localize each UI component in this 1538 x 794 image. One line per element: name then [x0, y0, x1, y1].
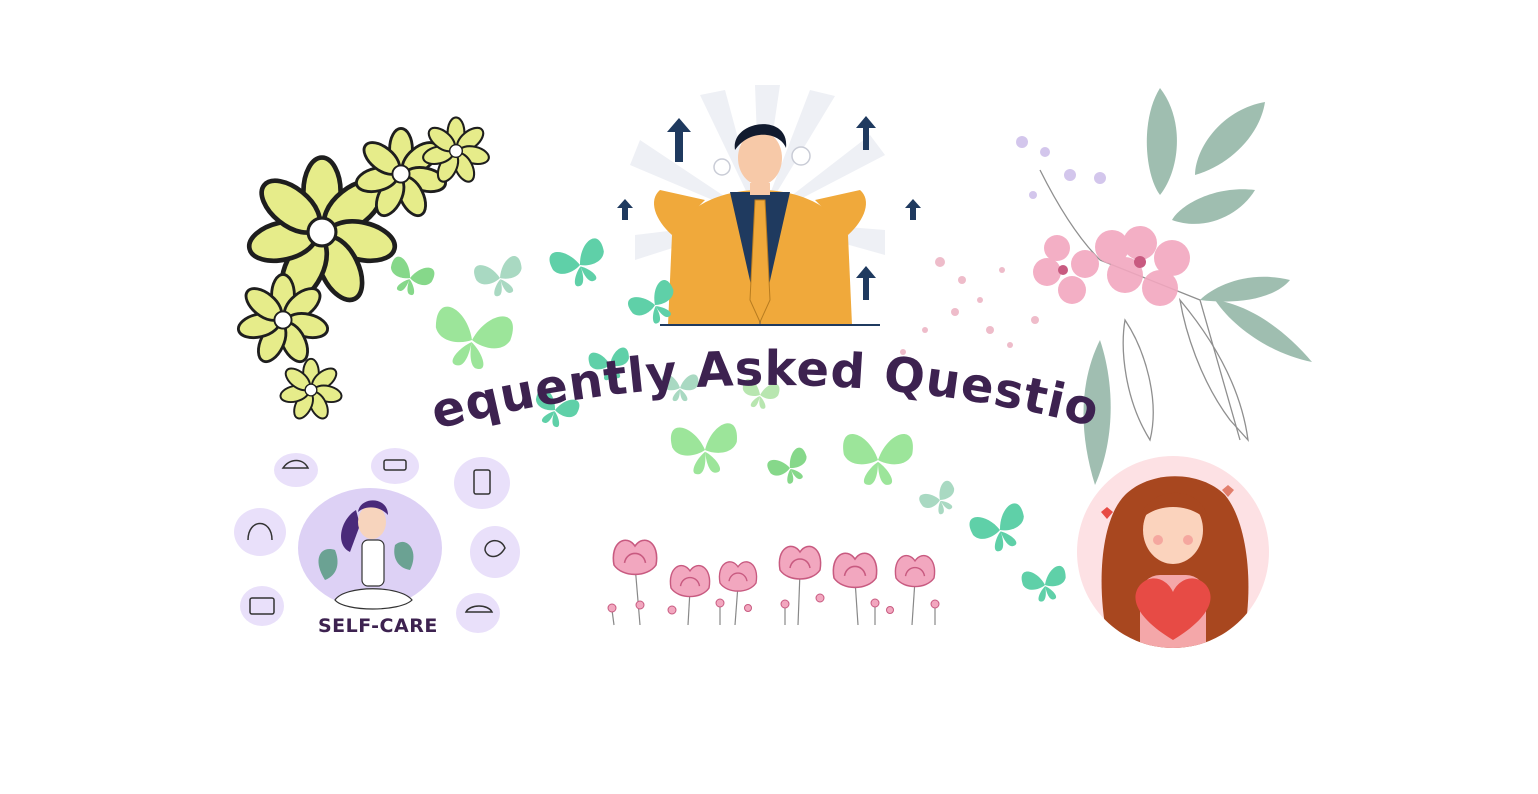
- butterfly-icon: [472, 254, 528, 301]
- butterfly-icon: [967, 501, 1033, 558]
- girl-with-heart-illustration: [1077, 456, 1269, 648]
- butterfly-icon: [917, 478, 963, 521]
- self-care-illustration: [234, 448, 520, 633]
- butterfly-icon: [383, 255, 437, 301]
- self-care-label: SELF-CARE: [318, 615, 438, 637]
- butterfly-icon: [1020, 564, 1070, 605]
- butterfly-icon: [547, 236, 613, 293]
- butterfly-icon: [765, 445, 815, 490]
- pink-flower-row: [607, 539, 940, 626]
- title-container: Frequently Asked Questions: [407, 291, 1115, 445]
- title-svg: Frequently Asked Questions: [407, 291, 1104, 441]
